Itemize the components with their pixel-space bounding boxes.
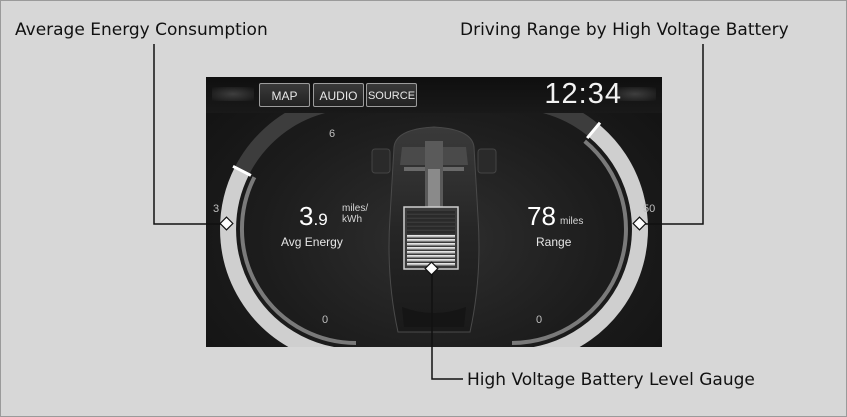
marker-average-energy — [219, 216, 234, 231]
manual-illustration: Average Energy Consumption Driving Range… — [0, 0, 847, 417]
marker-driving-range — [632, 216, 647, 231]
leader-line-average-energy — [153, 44, 227, 225]
marker-battery-gauge — [424, 261, 439, 276]
callout-leader-lines — [153, 44, 704, 380]
leader-line-driving-range — [641, 44, 704, 225]
leader-line-battery-gauge — [431, 270, 463, 380]
